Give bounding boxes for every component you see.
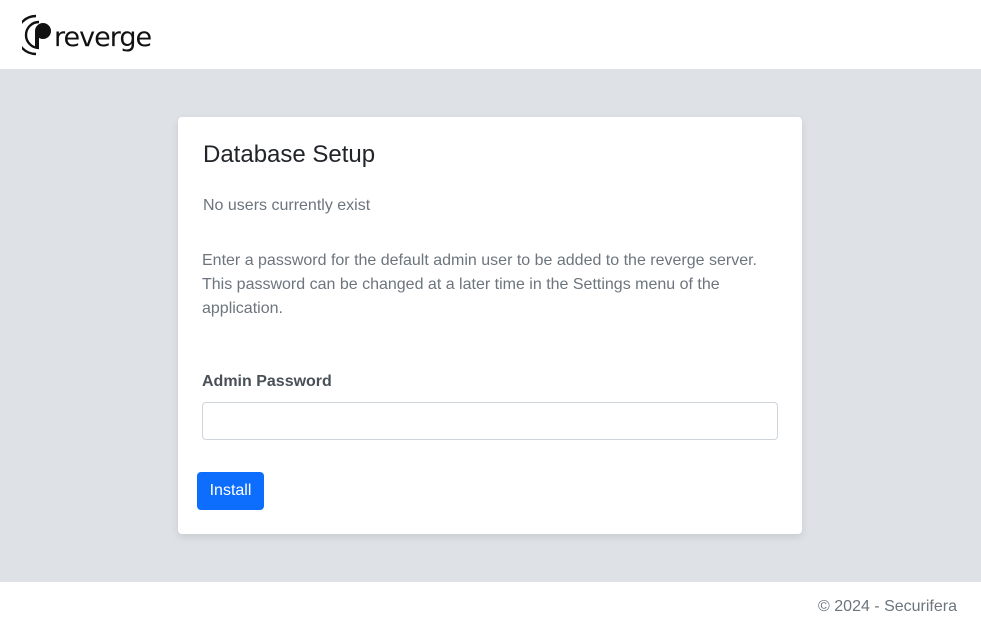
footer: © 2024 - Securifera [0, 582, 981, 629]
setup-description: Enter a password for the default admin u… [202, 252, 757, 317]
brand-link[interactable]: reverge [22, 14, 152, 56]
admin-password-input[interactable] [202, 402, 778, 440]
brand-name: reverge [54, 22, 152, 53]
no-users-message: No users currently exist [203, 197, 371, 214]
navbar: reverge [0, 0, 981, 69]
card-title: Database Setup [203, 141, 376, 168]
copyright-text: © 2024 - Securifera [818, 598, 957, 615]
main-content: Database Setup No users currently exist … [0, 69, 981, 582]
reverge-logo-icon [22, 14, 56, 56]
admin-password-label: Admin Password [202, 373, 332, 390]
database-setup-card: Database Setup No users currently exist … [178, 117, 802, 534]
install-button[interactable]: Install [197, 472, 264, 510]
